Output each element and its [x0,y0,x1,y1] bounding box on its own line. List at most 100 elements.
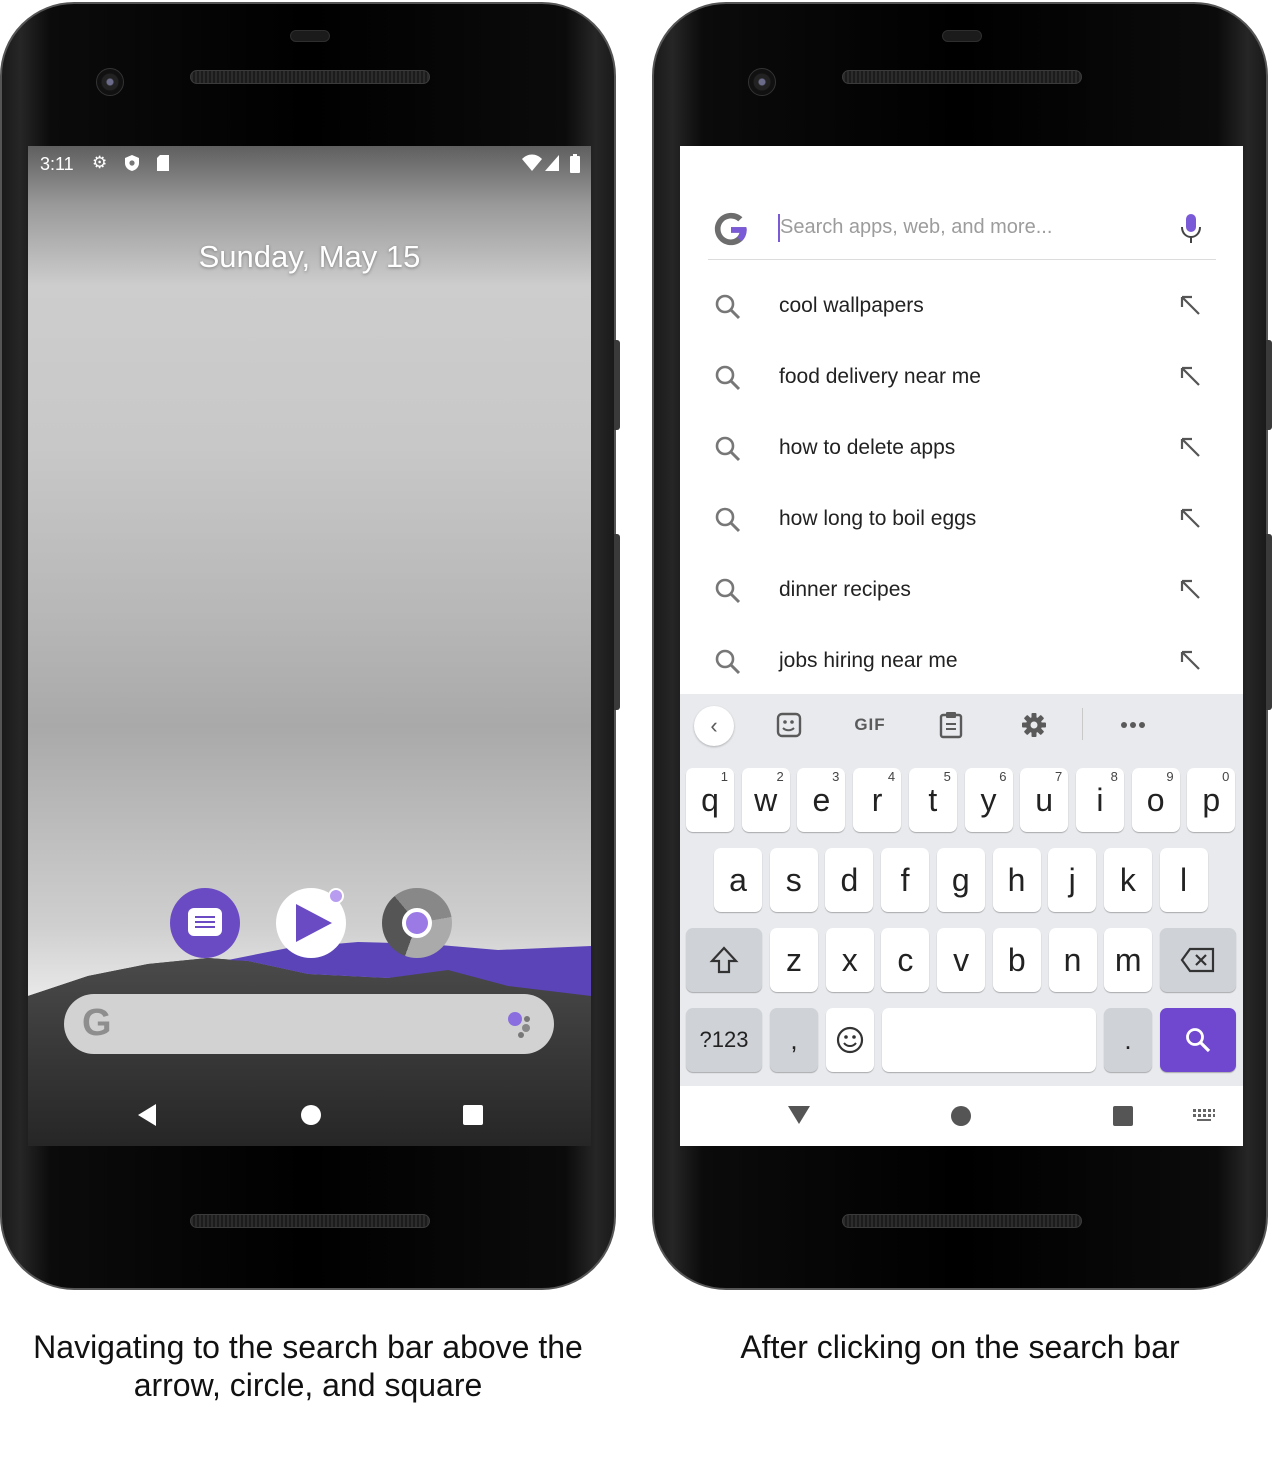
key-v[interactable]: v [937,928,986,992]
suggestion-text: how long to boil eggs [779,507,977,530]
key-x[interactable]: x [825,928,874,992]
key-e[interactable]: e3 [797,768,846,832]
key-label: g [951,862,970,898]
key-r[interactable]: r4 [853,768,902,832]
key-c[interactable]: c [881,928,930,992]
on-screen-keyboard: ‹ GIF q 1 w 2 e 3 r 4 t 5 y 6 u 7 i 8 o … [680,694,1243,1086]
key-label: c [897,942,914,978]
suggestion-item[interactable]: food delivery near me [708,342,1216,413]
key-w[interactable]: w2 [741,768,790,832]
key-a[interactable]: a [714,848,762,912]
gear-icon[interactable] [1021,710,1047,740]
clipboard-icon[interactable] [939,710,963,740]
home-search-bar[interactable]: G [64,994,554,1054]
search-input[interactable] [780,216,1160,239]
sticker-icon[interactable] [776,710,802,740]
earpiece-speaker [842,70,1082,84]
key-y[interactable]: y6 [964,768,1013,832]
space-bar[interactable] [882,1008,1096,1072]
key-label: n [1063,942,1082,978]
recents-square-icon[interactable] [463,1105,483,1125]
backspace-key[interactable] [1160,928,1236,992]
search-icon [715,649,741,675]
key-n[interactable]: n [1048,928,1097,992]
key-b[interactable]: b [992,928,1041,992]
sd-card-icon [157,155,169,171]
emoji-key[interactable] [826,1008,874,1072]
chrome-app-icon[interactable] [382,888,452,958]
play-app-icon[interactable] [276,888,346,958]
key-d[interactable]: d [825,848,874,912]
status-time: 3:11 [40,154,74,174]
key-label: u [1035,782,1054,818]
search-icon [1186,1028,1211,1053]
gif-button[interactable]: GIF [850,710,890,740]
key-label: q [701,782,719,818]
key-l[interactable]: l [1159,848,1208,912]
suggestion-item[interactable]: how to delete apps [708,413,1216,484]
status-bar: 3:11 ⚙ [28,146,591,182]
cell-signal-icon [545,155,559,171]
messages-app-icon[interactable] [170,888,240,958]
fill-arrow-icon[interactable] [1178,506,1202,530]
key-p[interactable]: p0 [1187,768,1236,832]
microphone-icon[interactable] [1180,212,1202,246]
backspace-icon [1180,947,1215,973]
key-g[interactable]: g [936,848,985,912]
key-label: i [1096,782,1104,818]
symbols-key[interactable]: ?123 [686,1008,762,1072]
volume-button [1266,534,1272,710]
key-hint: 6 [999,769,1007,784]
key-j[interactable]: j [1048,848,1097,912]
suggestion-text: cool wallpapers [779,294,924,317]
battery-icon [570,154,580,173]
key-s[interactable]: s [769,848,818,912]
key-q[interactable]: q1 [686,768,734,832]
home-circle-icon[interactable] [951,1106,971,1126]
power-button [614,340,620,430]
shield-icon [125,155,139,171]
shift-key[interactable] [686,928,762,992]
key-i[interactable]: i8 [1075,768,1124,832]
keyboard-switch-icon[interactable] [1192,1108,1216,1122]
key-hint: 8 [1110,769,1118,784]
key-u[interactable]: u7 [1020,768,1069,832]
suggestion-item[interactable]: dinner recipes [708,555,1216,626]
fill-arrow-icon[interactable] [1178,648,1202,672]
back-arrow-icon[interactable] [788,1106,810,1124]
back-arrow-icon[interactable] [138,1104,156,1126]
navigation-bar [680,1086,1243,1146]
key-label: a [729,862,747,898]
suggestion-item[interactable]: jobs hiring near me [708,626,1216,697]
key-h[interactable]: h [992,848,1041,912]
search-action-key[interactable] [1160,1008,1236,1072]
suggestion-item[interactable]: cool wallpapers [708,271,1216,342]
recents-square-icon[interactable] [1113,1106,1133,1126]
key-k[interactable]: k [1103,848,1152,912]
fill-arrow-icon[interactable] [1178,364,1202,388]
comma-key[interactable]: , [770,1008,818,1072]
key-label: h [1007,862,1026,898]
bottom-speaker [190,1214,430,1228]
home-circle-icon[interactable] [301,1105,321,1125]
google-assistant-icon[interactable] [506,1010,536,1038]
period-key[interactable]: . [1104,1008,1152,1072]
fill-arrow-icon[interactable] [1178,293,1202,317]
suggestion-item[interactable]: how long to boil eggs [708,484,1216,555]
chevron-left-icon[interactable]: ‹ [694,706,734,746]
key-t[interactable]: t5 [908,768,957,832]
key-m[interactable]: m [1104,928,1153,992]
fill-arrow-icon[interactable] [1178,435,1202,459]
suggestion-text: jobs hiring near me [779,649,958,672]
home-screen: 3:11 ⚙ Sunday, May 15 G [28,146,591,1146]
date-widget[interactable]: Sunday, May 15 [28,239,591,275]
shift-icon [709,946,739,974]
suggestion-text: food delivery near me [779,365,981,388]
key-z[interactable]: z [770,928,818,992]
search-bar[interactable] [708,198,1216,260]
fill-arrow-icon[interactable] [1178,577,1202,601]
more-icon[interactable] [1120,710,1146,740]
key-f[interactable]: f [881,848,930,912]
key-label: , [790,1025,798,1055]
key-o[interactable]: o9 [1131,768,1180,832]
